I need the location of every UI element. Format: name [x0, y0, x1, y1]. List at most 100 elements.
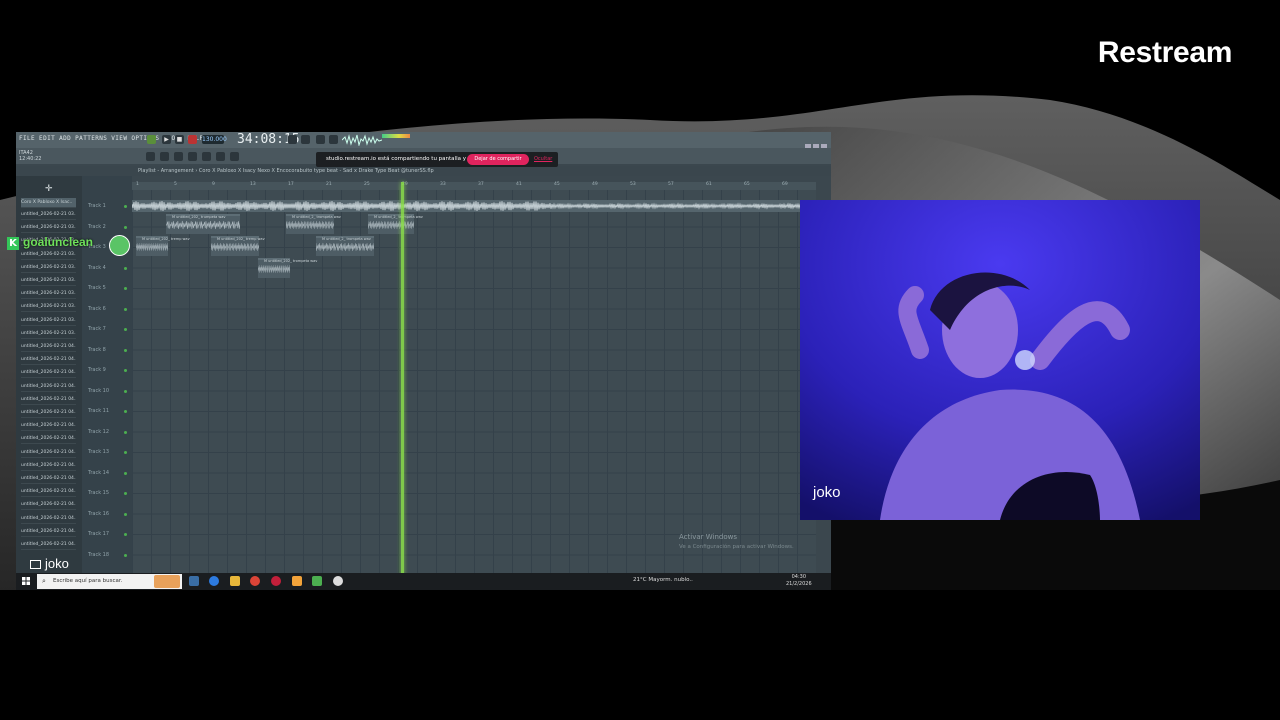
pattern-song-toggle[interactable]	[147, 135, 156, 144]
track-mute-led[interactable]	[124, 328, 127, 331]
browser-item[interactable]: untitled_2026-02-21 04..	[21, 355, 76, 366]
audio-clip[interactable]: M untitled_202_ trumpeta wav	[166, 214, 240, 234]
tool-icon[interactable]	[146, 152, 155, 161]
mic-icon[interactable]	[230, 152, 239, 161]
track-label[interactable]: Track 14	[88, 470, 109, 476]
track-label[interactable]: Track 18	[88, 552, 109, 558]
browser-item-selected[interactable]: Coro X Pabloxo X Isac..	[21, 198, 76, 208]
record-icon[interactable]	[188, 135, 197, 144]
tool-icon[interactable]	[216, 152, 225, 161]
track-label[interactable]: Track 5	[88, 285, 106, 291]
browser-item[interactable]: untitled_2026-02-21 04..	[21, 382, 76, 392]
browser-item[interactable]: untitled_2026-02-21 04..	[21, 500, 76, 511]
track-mute-led[interactable]	[124, 451, 127, 454]
browser-item[interactable]: untitled_2026-02-21 04..	[21, 434, 76, 445]
track-label[interactable]: Track 9	[88, 367, 106, 373]
stop-icon[interactable]: ■	[175, 135, 184, 144]
track-label[interactable]: Track 13	[88, 449, 109, 455]
browser-item[interactable]: untitled_2026-02-21 03..	[21, 223, 76, 234]
track-mute-led[interactable]	[124, 389, 127, 393]
opera-icon[interactable]	[271, 576, 281, 586]
track-label[interactable]: Track 4	[88, 265, 106, 271]
taskbar-search-input[interactable]: ⌕ Escribe aquí para buscar.	[37, 574, 182, 589]
browser-item[interactable]: untitled_2026-02-21 04..	[21, 342, 76, 352]
browser-item[interactable]: untitled_2026-02-21 03..	[21, 316, 76, 326]
track-label[interactable]: Track 11	[88, 408, 109, 414]
track-label[interactable]: Track 17	[88, 531, 109, 537]
track-label[interactable]: Track 7	[88, 326, 106, 332]
track-label[interactable]: Track 15	[88, 490, 109, 496]
tempo-display[interactable]: 130.000	[202, 135, 227, 144]
fl-studio-icon[interactable]	[292, 576, 302, 586]
file-explorer-icon[interactable]	[230, 576, 240, 586]
step-icon[interactable]	[329, 135, 338, 144]
metronome-icon[interactable]	[301, 135, 310, 144]
audio-clip[interactable]: M untitled_202_ trompeta wav	[258, 258, 317, 278]
track-mute-led[interactable]	[124, 430, 127, 434]
hide-link[interactable]: Ocultar	[534, 156, 552, 162]
tool-icon[interactable]	[174, 152, 183, 161]
weather-widget[interactable]: 21°C Mayorm. nublo..	[633, 577, 693, 583]
browser-item[interactable]: untitled_2026-02-21 04..	[21, 408, 76, 418]
timeline-ruler[interactable]: 1 5 9 13 17 21 25 29 33 37 41 45 49 53 57 61 65 69	[132, 182, 816, 190]
browser-item[interactable]: untitled_2026-02-21 04..	[21, 448, 76, 458]
snap-icon[interactable]	[288, 135, 297, 144]
track-mute-led[interactable]	[124, 307, 127, 311]
browser-item[interactable]: untitled_2026-02-21 04..	[21, 421, 76, 432]
track-mute-led[interactable]	[124, 410, 127, 413]
browser-item[interactable]: untitled_2026-02-21 03..	[21, 210, 76, 220]
track-mute-led[interactable]	[124, 266, 127, 270]
browser-item[interactable]: untitled_2026-02-21 04..	[21, 514, 76, 524]
audio-clip[interactable]: M untitled_2_ trompeta wav	[316, 236, 374, 256]
browser-plus-icon[interactable]: ✛	[45, 184, 53, 194]
audio-clip[interactable]: M untitled_2_ trompeta wav	[368, 214, 423, 234]
track-label[interactable]: Track 6	[88, 306, 106, 312]
tool-icon[interactable]	[188, 152, 197, 161]
windows-start-icon[interactable]	[22, 577, 30, 585]
track-mute-led[interactable]	[124, 492, 127, 495]
track-label[interactable]: Track 10	[88, 388, 109, 394]
track-mute-led[interactable]	[124, 512, 127, 516]
browser-item[interactable]: untitled_2026-02-21 03..	[21, 289, 76, 300]
track-mute-led[interactable]	[124, 533, 127, 536]
playhead[interactable]	[401, 182, 404, 576]
track-label[interactable]: Track 12	[88, 429, 109, 435]
browser-item[interactable]: untitled_2026-02-21 03..	[21, 263, 76, 273]
browser-item[interactable]: untitled_2026-02-21 03..	[21, 302, 76, 313]
browser-item[interactable]: untitled_2026-02-21 03..	[21, 250, 76, 260]
play-icon[interactable]: ▶	[162, 135, 171, 144]
track-mute-led[interactable]	[124, 205, 127, 208]
track-mute-led[interactable]	[124, 348, 127, 352]
track-label[interactable]: Track 1	[88, 203, 106, 209]
chrome-icon[interactable]	[250, 576, 260, 586]
task-view-icon[interactable]	[189, 576, 199, 586]
stop-sharing-button[interactable]: Dejar de compartir	[467, 154, 529, 165]
app-icon[interactable]	[312, 576, 322, 586]
browser-item[interactable]: untitled_2026-02-21 04..	[21, 395, 76, 405]
loop-icon[interactable]	[316, 135, 325, 144]
track-label[interactable]: Track 16	[88, 511, 109, 517]
audio-clip[interactable]: M untitled_202_ tremp wav	[136, 236, 190, 256]
taskbar-clock[interactable]: 04:30 21/2/2026	[786, 574, 812, 588]
browser-item[interactable]: untitled_2026-02-21 04..	[21, 540, 76, 550]
audio-clip[interactable]: M untitled_202_ tremp wav	[211, 236, 265, 256]
track-mute-led[interactable]	[124, 553, 127, 557]
track-label[interactable]: Track 8	[88, 347, 106, 353]
track-mute-led[interactable]	[124, 471, 127, 475]
track-mute-led[interactable]	[124, 287, 127, 290]
browser-item[interactable]: untitled_2026-02-21 04..	[21, 474, 76, 484]
tool-icon[interactable]	[202, 152, 211, 161]
browser-item[interactable]: untitled_2026-02-21 04..	[21, 487, 76, 498]
track-mute-led[interactable]	[124, 369, 127, 372]
browser-item[interactable]: untitled_2026-02-21 03..	[21, 329, 76, 339]
app-icon[interactable]	[333, 576, 343, 586]
browser-item[interactable]: untitled_2026-02-21 04..	[21, 527, 76, 537]
tool-icon[interactable]	[160, 152, 169, 161]
track-mute-led[interactable]	[124, 225, 127, 229]
edge-icon[interactable]	[209, 576, 219, 586]
audio-clip[interactable]: M untitled_2_ trompeta wav	[286, 214, 341, 234]
browser-item[interactable]: untitled_2026-02-21 03..	[21, 276, 76, 286]
browser-item[interactable]: untitled_2026-02-21 04..	[21, 368, 76, 379]
browser-item[interactable]: untitled_2026-02-21 04..	[21, 461, 76, 471]
track-label[interactable]: Track 2	[88, 224, 106, 230]
